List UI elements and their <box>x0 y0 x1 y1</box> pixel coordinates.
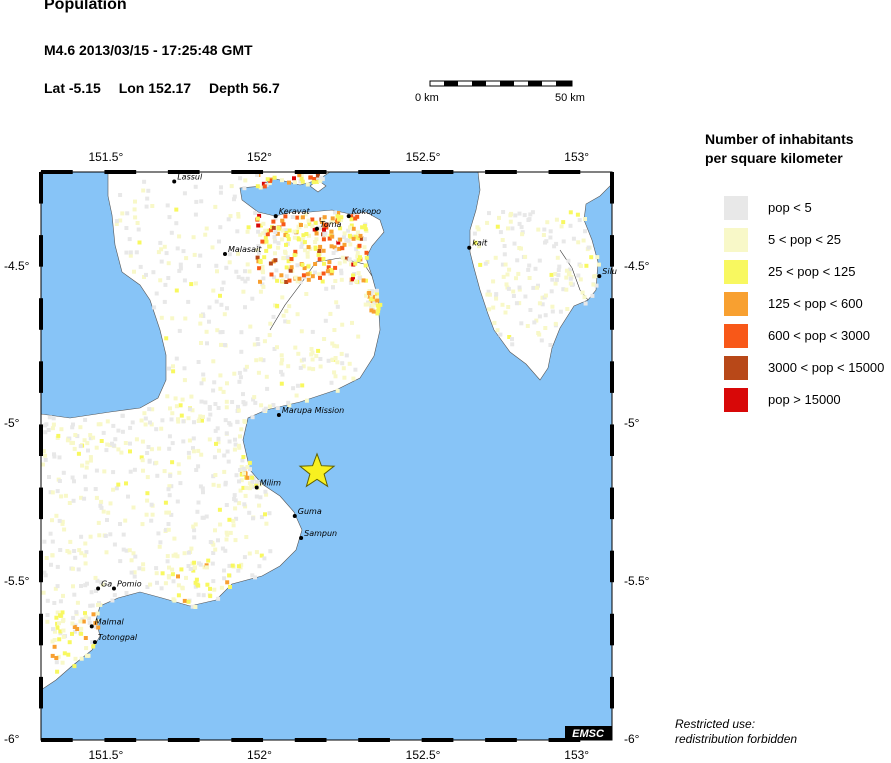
legend-swatch <box>724 324 748 348</box>
legend-label: 125 < pop < 600 <box>768 296 863 311</box>
legend-swatch <box>724 260 748 284</box>
place-label: Guma <box>298 507 322 516</box>
legend-swatch <box>724 356 748 380</box>
place-label: Toma <box>320 220 342 229</box>
emsc-watermark: EMSC <box>572 728 605 740</box>
place-dot <box>273 214 278 219</box>
lat-tick-label: -4.5° <box>4 258 30 273</box>
restriction-note: Restricted use: redistribution forbidden <box>675 717 797 747</box>
place-dot <box>597 274 602 279</box>
legend-swatch <box>724 388 748 412</box>
place-dot <box>292 513 297 518</box>
place-dot <box>111 586 116 591</box>
place-label: Malasait <box>228 245 262 254</box>
place-dot <box>276 412 281 417</box>
place-dot <box>314 226 319 231</box>
legend-item: 25 < pop < 125 <box>724 260 884 284</box>
map-canvas[interactable]: Lassul Keravat Toma Kokopo Malasait kait Silu M… <box>0 0 891 763</box>
lon-tick-label: 151.5° <box>88 748 124 762</box>
lon-tick-label: 152° <box>247 150 272 164</box>
place-dot <box>467 245 472 250</box>
legend-item: 600 < pop < 3000 <box>724 324 884 348</box>
place-dot <box>172 179 177 184</box>
lon-tick-label: 152.5° <box>405 748 441 762</box>
legend-item: 125 < pop < 600 <box>724 292 884 316</box>
lat-tick-label: -5.5° <box>624 574 650 589</box>
legend-label: 25 < pop < 125 <box>768 264 856 279</box>
lon-tick-label: 151.5° <box>88 150 124 164</box>
place-dot <box>92 640 97 645</box>
place-label: Lassul <box>177 172 203 181</box>
legend-swatch <box>724 196 748 220</box>
legend-label: pop > 15000 <box>768 392 841 407</box>
place-label: Ga <box>101 580 112 589</box>
place-label: Pomio <box>117 580 142 589</box>
place-label: Malmal <box>95 617 125 626</box>
legend-label: 5 < pop < 25 <box>768 232 842 247</box>
restriction-line1: Restricted use: <box>675 717 756 731</box>
legend-item: 5 < pop < 25 <box>724 228 884 252</box>
lon-tick-label: 153° <box>564 150 590 164</box>
lat-tick-label: -5° <box>624 416 640 431</box>
place-label: Marupa Mission <box>282 406 344 415</box>
scale-bar <box>429 80 573 87</box>
legend-item: pop < 5 <box>724 196 884 220</box>
place-label: Keravat <box>279 207 311 216</box>
lat-tick-label: -6° <box>624 732 640 746</box>
lat-tick-label: -5.5° <box>4 574 30 589</box>
place-dot <box>299 536 304 541</box>
legend-swatch <box>724 292 748 316</box>
legend-title-line1: Number of inhabitants <box>705 131 854 147</box>
place-dot <box>96 586 101 591</box>
place-label: Milim <box>260 479 282 488</box>
legend-label: 3000 < pop < 15000 <box>768 360 885 375</box>
place-dot <box>222 252 227 257</box>
lon-tick-label: 153° <box>564 748 590 762</box>
place-dot <box>346 214 351 219</box>
legend-label: 600 < pop < 3000 <box>768 328 870 343</box>
restriction-line2: redistribution forbidden <box>675 732 798 746</box>
place-dot <box>89 624 94 629</box>
lat-tick-label: -6° <box>4 732 20 746</box>
legend-title: Number of inhabitants per square kilomet… <box>705 130 885 168</box>
legend-item: pop > 15000 <box>724 388 884 412</box>
legend-swatch <box>724 228 748 252</box>
lon-tick-label: 152.5° <box>405 150 441 164</box>
lat-tick-label: -4.5° <box>624 258 650 273</box>
legend-title-line2: per square kilometer <box>705 150 843 166</box>
lat-tick-label: -5° <box>4 416 20 431</box>
place-label: Sampun <box>304 529 337 538</box>
place-label: Kokopo <box>352 207 381 216</box>
place-label: Totongpal <box>98 633 138 642</box>
place-label: kait <box>472 239 488 248</box>
lon-tick-label: 152° <box>247 748 272 762</box>
legend-item: 3000 < pop < 15000 <box>724 356 884 380</box>
place-label: Silu <box>602 267 617 276</box>
legend-label: pop < 5 <box>768 200 812 215</box>
place-dot <box>254 485 259 490</box>
